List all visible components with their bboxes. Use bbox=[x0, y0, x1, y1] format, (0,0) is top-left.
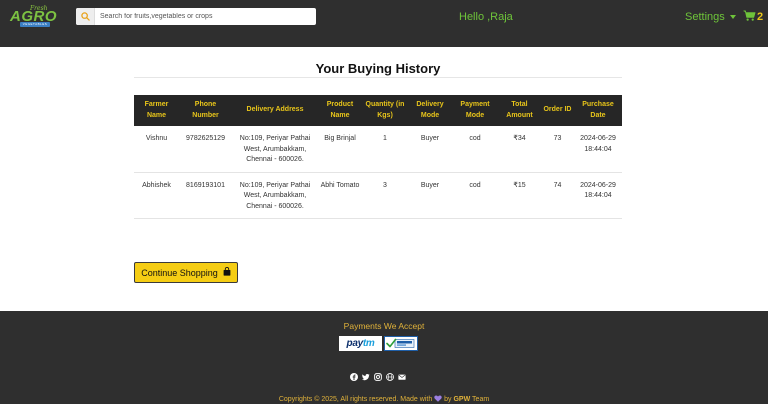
phone-cell: 8169193101 bbox=[179, 172, 232, 219]
shopping-bag-icon bbox=[223, 266, 231, 278]
cart-count-badge: 2 bbox=[757, 11, 764, 23]
greeting-text: Hello ,Raja bbox=[459, 11, 513, 23]
quantity-cell: 3 bbox=[362, 172, 408, 219]
caret-down-icon bbox=[729, 15, 736, 19]
column-header: Quantity (in Kgs) bbox=[362, 95, 408, 126]
column-header: Total Amount bbox=[498, 95, 541, 126]
paytm-pay-text: pay bbox=[346, 338, 364, 349]
column-header: Order ID bbox=[541, 95, 574, 126]
page-title: Your Buying History bbox=[315, 61, 441, 76]
payment-mode-cell: cod bbox=[452, 172, 498, 219]
purchase-date-cell: 2024-06-29 18:44:04 bbox=[574, 126, 622, 173]
column-header: Purchase Date bbox=[574, 95, 622, 126]
product-cell: Abhi Tomato bbox=[318, 172, 362, 219]
column-header: Farmer Name bbox=[134, 95, 179, 126]
table-row: Abhishek 8169193101 No:109, Periyar Path… bbox=[134, 172, 622, 219]
order-id-cell: 73 bbox=[541, 126, 574, 173]
copyright-by: by bbox=[444, 396, 452, 403]
continue-shopping-button[interactable]: Continue Shopping bbox=[134, 262, 238, 283]
payment-mode-cell: cod bbox=[452, 126, 498, 173]
social-links bbox=[350, 373, 406, 381]
search-input[interactable] bbox=[95, 9, 310, 24]
logo-strip: VEGETABLES bbox=[20, 22, 50, 27]
column-header: Delivery Address bbox=[232, 95, 318, 126]
total-amount-cell: ₹34 bbox=[498, 126, 541, 173]
payments-title: Payments We Accept bbox=[343, 321, 425, 331]
footer: Payments We Accept pay tm Copyrights © 20… bbox=[0, 311, 768, 404]
cart-icon bbox=[743, 8, 756, 26]
instagram-icon[interactable] bbox=[374, 373, 382, 381]
team-name: GPW bbox=[453, 396, 471, 403]
farmer-name-cell: Vishnu bbox=[134, 126, 179, 173]
address-cell: No:109, Periyar Pathai West, Arumbakkam,… bbox=[232, 126, 318, 173]
paytm-logo: pay tm bbox=[339, 336, 382, 351]
table-row: Vishnu 9782625129 No:109, Periyar Pathai… bbox=[134, 126, 622, 173]
copyright-prefix: Copyrights © 2025, All rights reserved. … bbox=[278, 396, 433, 403]
column-header: Delivery Mode bbox=[408, 95, 452, 126]
top-navbar: Fresh AGRO VEGETABLES Hello ,Raja Settin… bbox=[0, 0, 768, 47]
quantity-cell: 1 bbox=[362, 126, 408, 173]
farmer-name-cell: Abhishek bbox=[134, 172, 179, 219]
continue-shopping-label: Continue Shopping bbox=[141, 267, 218, 278]
column-header: Payment Mode bbox=[452, 95, 498, 126]
paytm-tm-text: tm bbox=[362, 338, 375, 349]
column-header: Phone Number bbox=[179, 95, 232, 126]
address-cell: No:109, Periyar Pathai West, Arumbakkam,… bbox=[232, 172, 318, 219]
product-cell: Big Brinjal bbox=[318, 126, 362, 173]
delivery-mode-cell: Buyer bbox=[408, 172, 452, 219]
cod-logo bbox=[384, 336, 418, 351]
copyright-text: Copyrights © 2025, All rights reserved. … bbox=[0, 395, 768, 403]
table-header-row: Farmer Name Phone Number Delivery Addres… bbox=[134, 95, 622, 126]
title-divider bbox=[134, 77, 622, 78]
heart-icon bbox=[434, 395, 442, 403]
order-id-cell: 74 bbox=[541, 172, 574, 219]
purchase-date-cell: 2024-06-29 18:44:04 bbox=[574, 172, 622, 219]
settings-label: Settings bbox=[685, 11, 725, 23]
facebook-icon[interactable] bbox=[350, 373, 358, 381]
cart-button[interactable]: 2 bbox=[743, 8, 763, 26]
phone-cell: 9782625129 bbox=[179, 126, 232, 173]
total-amount-cell: ₹15 bbox=[498, 172, 541, 219]
delivery-mode-cell: Buyer bbox=[408, 126, 452, 173]
buying-history-table: Farmer Name Phone Number Delivery Addres… bbox=[134, 95, 622, 219]
team-suffix: Team bbox=[472, 396, 490, 403]
column-header: Product Name bbox=[318, 95, 362, 126]
agro-logo[interactable]: Fresh AGRO VEGETABLES bbox=[10, 5, 57, 27]
search-icon[interactable] bbox=[76, 8, 95, 25]
search-bar bbox=[76, 8, 316, 25]
settings-dropdown[interactable]: Settings bbox=[685, 11, 736, 23]
twitter-icon[interactable] bbox=[362, 373, 370, 381]
mail-icon[interactable] bbox=[398, 373, 406, 381]
globe-icon[interactable] bbox=[386, 373, 394, 381]
